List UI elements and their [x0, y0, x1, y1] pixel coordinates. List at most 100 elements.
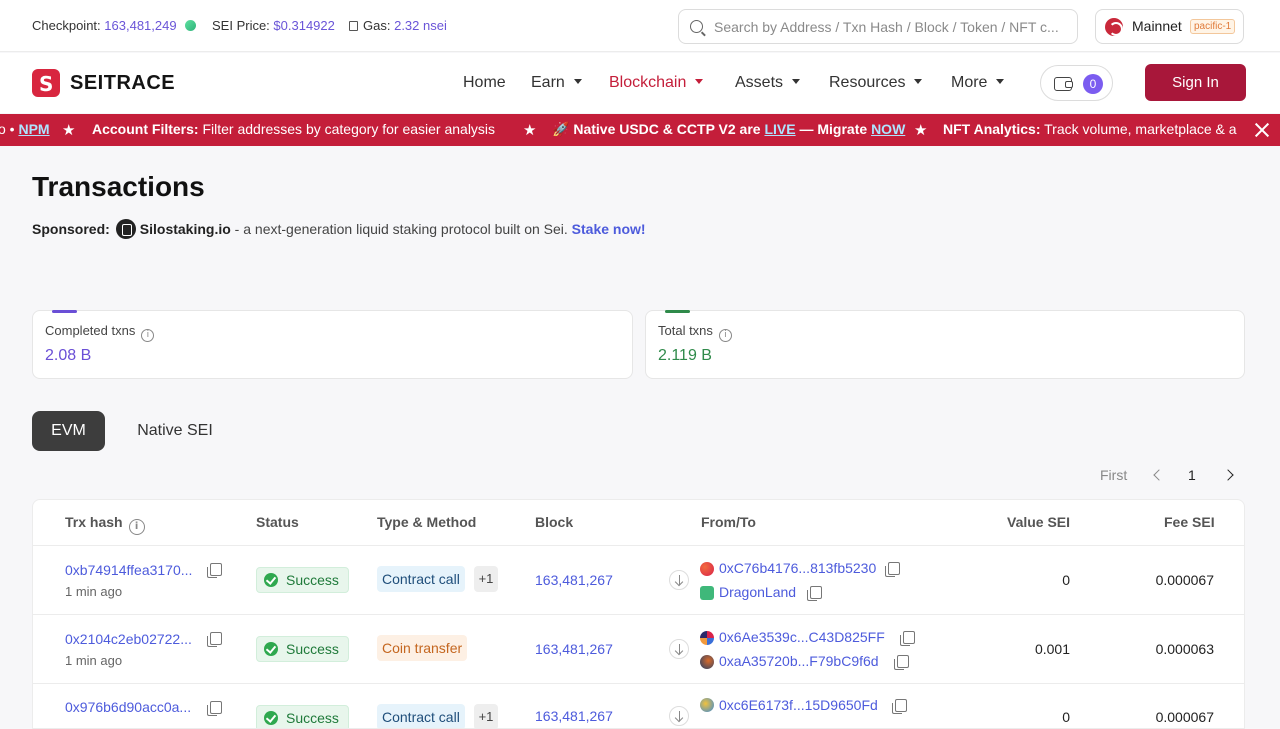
- method-extra-count[interactable]: +1: [474, 566, 498, 592]
- to-address-link[interactable]: 0xaA35720b...F79bC9f6d: [719, 653, 879, 669]
- network-selector[interactable]: Mainnet pacific-1: [1095, 9, 1244, 44]
- arrow-down-icon: [669, 639, 689, 659]
- copy-icon[interactable]: [207, 632, 222, 647]
- announcement-account-filters[interactable]: Account Filters: Filter addresses by cat…: [92, 121, 495, 137]
- info-icon[interactable]: i: [128, 519, 145, 535]
- col-header-fee: Fee SEI: [1164, 514, 1215, 530]
- status-text: Success: [286, 572, 339, 588]
- announcement-banner: o • NPM ★ Account Filters: Filter addres…: [0, 114, 1280, 146]
- rocket-icon: 🚀: [552, 121, 570, 137]
- sponsor-name[interactable]: Silostaking.io: [140, 221, 231, 237]
- to-address-link[interactable]: DragonLand: [719, 584, 796, 600]
- completed-txns-card: Completed txns i 2.08 B: [32, 310, 633, 379]
- star-icon: ★: [62, 122, 76, 139]
- table-row[interactable]: 0x2104c2eb02722... 1 min ago Success Coi…: [33, 614, 1244, 683]
- nav-resources-label: Resources: [829, 74, 906, 91]
- pager-current-page: 1: [1188, 467, 1196, 483]
- copy-icon[interactable]: [807, 586, 822, 601]
- sponsor-description: - a next-generation liquid staking proto…: [230, 221, 572, 237]
- sei-price-label: SEI Price:: [212, 18, 270, 33]
- trx-hash-link[interactable]: 0xb74914ffea3170...: [65, 562, 192, 578]
- fee-sei: 0.000067: [1155, 572, 1214, 588]
- tab-native-sei[interactable]: Native SEI: [125, 411, 225, 451]
- copy-icon[interactable]: [894, 655, 909, 670]
- nav-assets[interactable]: Assets: [735, 74, 801, 92]
- method-badge: Contract call: [377, 566, 465, 592]
- table-row[interactable]: 0xb74914ffea3170... 1 min ago Success Co…: [33, 545, 1244, 614]
- copy-icon[interactable]: [207, 701, 222, 716]
- search-box[interactable]: [678, 9, 1078, 44]
- fee-sei: 0.000067: [1155, 709, 1214, 725]
- nav-home[interactable]: Home: [463, 74, 506, 92]
- transactions-table: Trx hash i Status Type & Method Block Fro…: [32, 499, 1245, 729]
- block-link[interactable]: 163,481,267: [535, 708, 613, 724]
- network-name: Mainnet: [1132, 18, 1182, 34]
- gas-value: 2.32 nsei: [394, 18, 447, 33]
- status-text: Success: [286, 710, 339, 726]
- trx-hash-link[interactable]: 0x2104c2eb02722...: [65, 631, 192, 647]
- col-header-status: Status: [256, 514, 299, 530]
- stake-now-link[interactable]: Stake now!: [572, 221, 646, 237]
- trx-age: 1 min ago: [65, 584, 123, 599]
- nav-earn[interactable]: Earn: [531, 74, 582, 92]
- nav-more[interactable]: More: [951, 74, 1005, 92]
- checkpoint-stat: Checkpoint: 163,481,249: [32, 18, 197, 33]
- address-avatar-icon: [700, 562, 714, 576]
- contract-icon: [700, 586, 714, 600]
- copy-icon[interactable]: [885, 562, 900, 577]
- silostaking-logo-icon: [115, 219, 136, 239]
- from-address-link[interactable]: 0xc6E6173f...15D9650Fd: [719, 697, 878, 713]
- wallet-button[interactable]: 0: [1040, 65, 1113, 101]
- announcement-usdc-text: Native USDC & CCTP V2 are: [573, 121, 765, 137]
- nav-blockchain-label: Blockchain: [609, 74, 687, 91]
- star-icon: ★: [523, 122, 537, 139]
- card-accent-bar: [52, 310, 77, 313]
- chevron-down-icon: [695, 79, 704, 84]
- status-badge: Success: [256, 705, 349, 728]
- announcement-text: Track volume, marketplace & a: [1040, 121, 1237, 137]
- close-icon[interactable]: [1254, 122, 1270, 138]
- checkpoint-value[interactable]: 163,481,249: [104, 18, 176, 33]
- trx-hash-link[interactable]: 0x976b6d90acc0a...: [65, 699, 191, 715]
- copy-icon[interactable]: [892, 699, 907, 714]
- live-link[interactable]: LIVE: [764, 121, 795, 137]
- info-icon[interactable]: i: [141, 329, 155, 342]
- nav-resources[interactable]: Resources: [829, 74, 923, 92]
- sponsored-banner: Sponsored: Silostaking.io - a next-genera…: [32, 219, 646, 239]
- total-txns-label-text: Total txns: [658, 323, 713, 338]
- check-circle-icon: [264, 711, 278, 725]
- network-chain-badge: pacific-1: [1190, 19, 1236, 34]
- live-status-icon: [185, 20, 197, 31]
- address-avatar-icon: [700, 631, 714, 645]
- from-address-link[interactable]: 0xC76b4176...813fb5230: [719, 560, 876, 576]
- search-input[interactable]: [714, 17, 1069, 37]
- tab-evm[interactable]: EVM: [32, 411, 105, 451]
- checkpoint-label: Checkpoint:: [32, 18, 101, 33]
- table-row[interactable]: 0x976b6d90acc0a... Success Contract call…: [33, 683, 1244, 728]
- block-link[interactable]: 163,481,267: [535, 572, 613, 588]
- copy-icon[interactable]: [900, 631, 915, 646]
- announcement-nft-analytics[interactable]: NFT Analytics: Track volume, marketplace…: [943, 121, 1237, 137]
- completed-txns-label-text: Completed txns: [45, 323, 136, 338]
- npm-link[interactable]: NPM: [18, 121, 49, 137]
- gas-pump-icon: [349, 21, 358, 31]
- pager-first[interactable]: First: [1100, 467, 1127, 483]
- col-header-block: Block: [535, 514, 574, 530]
- chevron-down-icon: [996, 79, 1005, 84]
- col-header-value: Value SEI: [1007, 514, 1071, 530]
- chevron-left-icon[interactable]: [1153, 469, 1165, 481]
- block-link[interactable]: 163,481,267: [535, 641, 613, 657]
- from-address-link[interactable]: 0x6Ae3539c...C43D825FF: [719, 629, 885, 645]
- migrate-now-link[interactable]: NOW: [871, 121, 905, 137]
- copy-icon[interactable]: [207, 563, 222, 578]
- method-extra-count[interactable]: +1: [474, 704, 498, 728]
- sei-price-stat: SEI Price: $0.314922: [212, 18, 335, 33]
- nav-more-label: More: [951, 74, 988, 91]
- chevron-right-icon[interactable]: [1222, 469, 1234, 481]
- brand-logo[interactable]: SEITRACE: [32, 69, 175, 97]
- nav-blockchain[interactable]: Blockchain: [609, 74, 704, 92]
- arrow-down-icon: [669, 706, 689, 726]
- info-icon[interactable]: i: [718, 329, 732, 342]
- sign-in-button[interactable]: Sign In: [1145, 64, 1246, 101]
- brand-name: SEITRACE: [70, 71, 176, 94]
